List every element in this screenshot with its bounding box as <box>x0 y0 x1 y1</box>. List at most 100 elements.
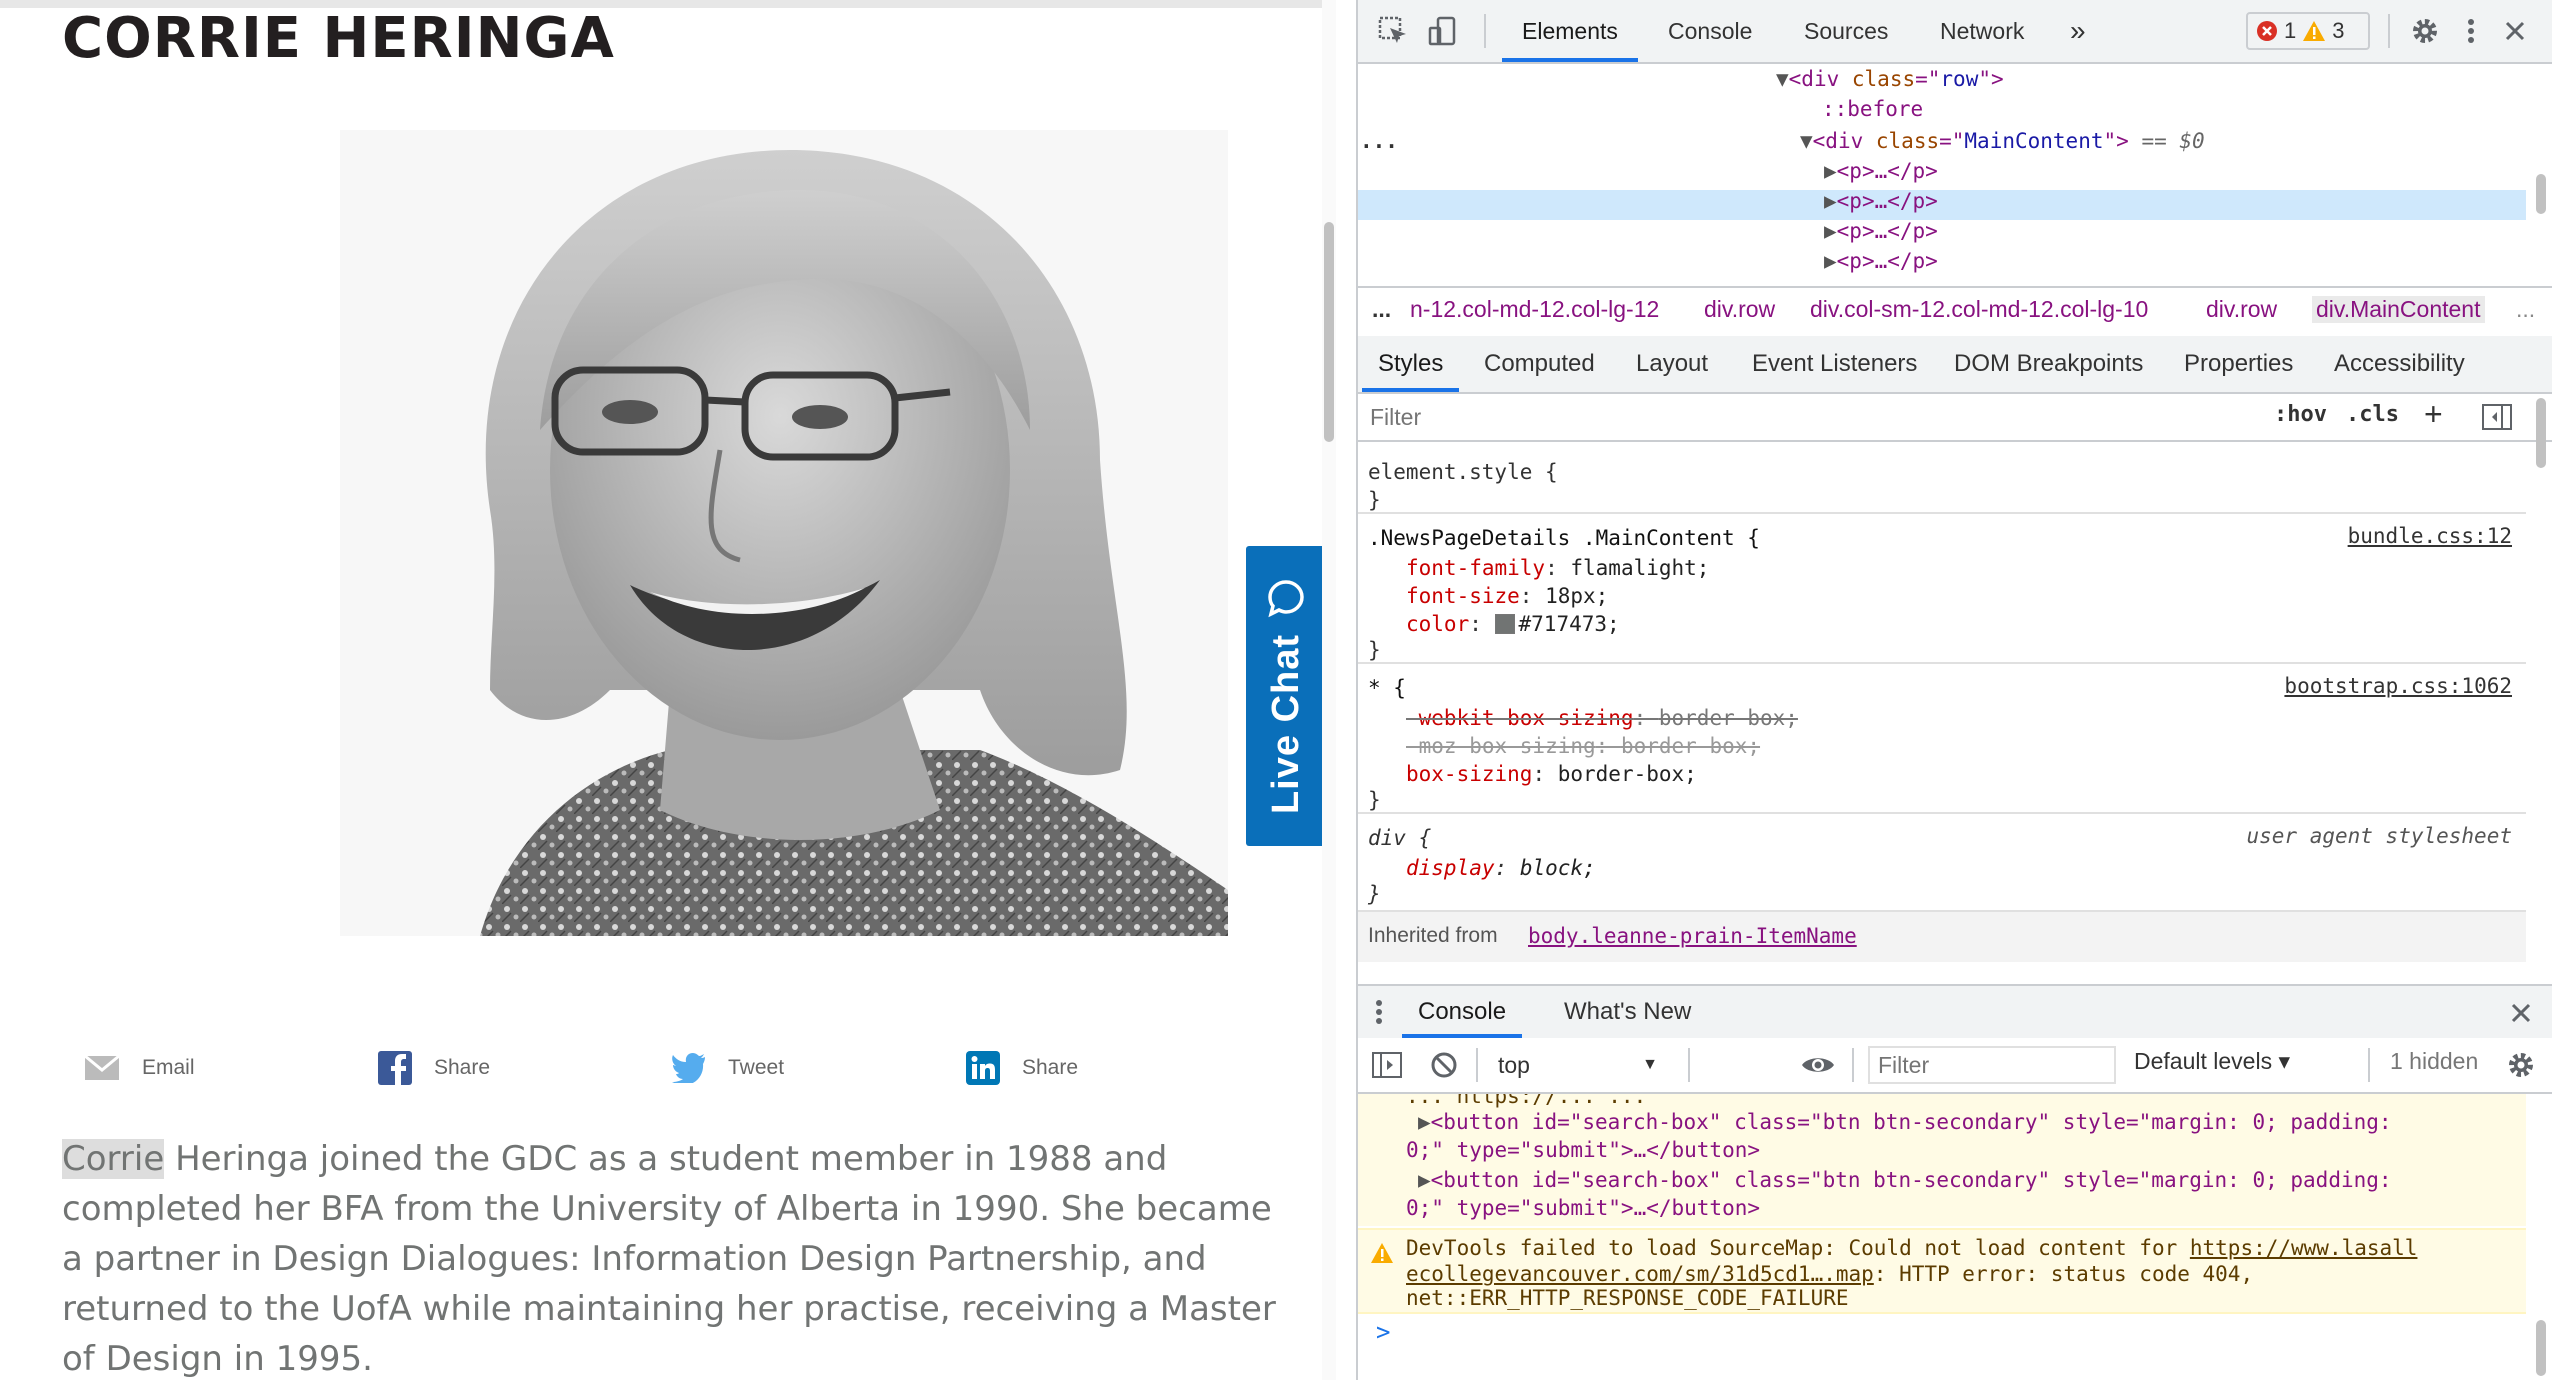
dom-node-p[interactable]: ▶<p>…</p> <box>1824 186 1938 216</box>
dom-node-p[interactable]: ▶<p>…</p> <box>1824 216 1938 246</box>
new-style-rule-button[interactable]: + <box>2424 396 2443 433</box>
selected-node-highlight <box>1358 190 2526 220</box>
breadcrumb-item[interactable]: div.row <box>1704 296 1775 323</box>
inherited-header: Inherited from body.leanne-prain-ItemNam… <box>1358 912 2526 962</box>
twitter-share-link[interactable]: Tweet <box>672 1040 784 1096</box>
clear-console-icon[interactable] <box>1430 1051 1458 1079</box>
rule-selector[interactable]: element.style { <box>1368 458 1558 486</box>
dom-tree-scrollbar[interactable] <box>2528 64 2552 284</box>
close-drawer-icon[interactable] <box>2510 1002 2532 1024</box>
settings-button[interactable] <box>2408 14 2442 48</box>
breadcrumb: ... n-12.col-md-12.col-lg-12 div.row div… <box>1358 286 2552 338</box>
twitter-share-label: Tweet <box>728 1056 785 1079</box>
tab-layout[interactable]: Layout <box>1636 336 1708 392</box>
node-actions-ellipsis[interactable]: ... <box>1360 126 1398 156</box>
dom-node-p[interactable]: ▶<p>…</p> <box>1824 156 1938 186</box>
close-devtools-button[interactable] <box>2498 14 2532 48</box>
more-tabs-button[interactable]: » <box>2070 0 2086 62</box>
tab-console[interactable]: Console <box>1668 0 1752 62</box>
console-element-node[interactable]: ▶<button id="search-box" class="btn btn-… <box>1418 1108 2392 1136</box>
console-prompt[interactable]: > <box>1376 1318 1390 1346</box>
log-levels-dropdown[interactable]: Default levels ▾ <box>2134 1048 2290 1075</box>
breadcrumb-overflow-right[interactable]: ... <box>2516 296 2535 323</box>
rule-selector[interactable]: .NewsPageDetails .MainContent { <box>1368 524 1760 552</box>
class-toggle[interactable]: .cls <box>2346 402 2399 427</box>
tab-properties[interactable]: Properties <box>2184 336 2293 392</box>
customize-menu-button[interactable] <box>2454 14 2488 48</box>
facebook-share-link[interactable]: Share <box>378 1040 490 1096</box>
css-declaration[interactable]: box-sizing: border-box; <box>1406 760 1697 788</box>
drawer-tab-whats-new[interactable]: What's New <box>1564 986 1691 1038</box>
tab-sources[interactable]: Sources <box>1804 0 1888 62</box>
bio-highlighted-word: Corrie <box>62 1139 165 1179</box>
styles-filter-bar: :hov .cls + <box>1358 394 2552 442</box>
execution-context-select[interactable]: top ▼ <box>1498 1048 1658 1082</box>
console-scrollbar-thumb[interactable] <box>2536 1320 2546 1376</box>
tab-accessibility[interactable]: Accessibility <box>2334 336 2465 392</box>
toolbar-divider <box>2368 1048 2370 1082</box>
breadcrumb-item-selected[interactable]: div.MainContent <box>2312 296 2485 323</box>
tab-computed[interactable]: Computed <box>1484 336 1595 392</box>
drawer-tab-console[interactable]: Console <box>1402 986 1523 1038</box>
show-sidebar-icon[interactable] <box>1372 1052 1402 1078</box>
page-scrollbar-thumb[interactable] <box>1324 222 1334 442</box>
sourcemap-url-link-cont[interactable]: ecollegevancouver.com/sm/31d5cd1….map <box>1406 1262 1874 1286</box>
linkedin-share-label: Share <box>1022 1056 1079 1079</box>
dom-node-maincontent[interactable]: ▼<div class="MainContent"> == $0 <box>1800 126 2205 156</box>
dom-node-p[interactable]: ▶<p>…</p> <box>1824 246 1938 276</box>
toolbar-divider <box>1484 14 1486 48</box>
styles-scrollbar[interactable] <box>2528 392 2552 962</box>
bio-paragraph: Corrie Heringa joined the GDC as a stude… <box>62 1134 1282 1380</box>
toolbar-divider <box>1688 1048 1690 1082</box>
css-declaration[interactable]: color: #717473; <box>1406 610 1620 638</box>
page-scrollbar[interactable] <box>1322 0 1336 1380</box>
toolbar-divider <box>1852 1048 1854 1082</box>
dom-node-row[interactable]: ▼<div class="row"> <box>1776 64 2004 94</box>
inspect-cursor-icon <box>1378 16 1406 43</box>
console-settings-gear-icon[interactable] <box>2506 1050 2536 1080</box>
drawer-tab-bar: Console What's New <box>1358 984 2552 1040</box>
linkedin-share-link[interactable]: Share <box>966 1040 1078 1096</box>
breadcrumb-overflow-left[interactable]: ... <box>1372 296 1391 323</box>
rule-selector[interactable]: div { <box>1368 824 1431 852</box>
styles-scrollbar-thumb[interactable] <box>2536 398 2546 468</box>
breadcrumb-item[interactable]: div.col-sm-12.col-md-12.col-lg-10 <box>1810 296 2148 323</box>
console-filter-input[interactable] <box>1868 1046 2116 1084</box>
breadcrumb-item[interactable]: div.row <box>2206 296 2277 323</box>
color-swatch[interactable] <box>1494 614 1515 634</box>
inspect-element-button[interactable] <box>1376 14 1410 48</box>
toggle-sidebar-icon[interactable] <box>2482 404 2512 430</box>
device-toggle-icon <box>1428 16 1456 46</box>
console-scrollbar[interactable] <box>2528 1094 2552 1380</box>
css-declaration[interactable]: font-size: 18px; <box>1406 582 1608 610</box>
drawer-menu-icon[interactable] <box>1374 998 1384 1026</box>
rule-source-link[interactable]: bundle.css:12 <box>2348 524 2512 548</box>
email-share-link[interactable]: Email <box>84 1040 195 1096</box>
context-value: top <box>1498 1051 1530 1078</box>
tab-network[interactable]: Network <box>1940 0 2024 62</box>
hover-state-toggle[interactable]: :hov <box>2274 402 2327 427</box>
css-declaration[interactable]: font-family: flamalight; <box>1406 554 1709 582</box>
breadcrumb-item[interactable]: n-12.col-md-12.col-lg-12 <box>1410 296 1659 323</box>
facebook-share-label: Share <box>434 1056 491 1079</box>
styles-filter-input[interactable] <box>1368 398 2252 436</box>
issues-counter-button[interactable]: 1 3 <box>2246 12 2370 50</box>
live-chat-button[interactable]: Live Chat <box>1246 546 1326 846</box>
dom-tree-scrollbar-thumb[interactable] <box>2536 174 2546 214</box>
tab-elements[interactable]: Elements <box>1502 0 1638 62</box>
tab-dom-breakpoints[interactable]: DOM Breakpoints <box>1954 336 2143 392</box>
dom-pseudo-before[interactable]: ::before <box>1822 94 1923 124</box>
live-expression-eye-icon[interactable] <box>1800 1054 1836 1076</box>
error-count: 1 <box>2284 18 2297 43</box>
tab-event-listeners[interactable]: Event Listeners <box>1752 336 1917 392</box>
rule-selector[interactable]: * { <box>1368 674 1406 702</box>
css-declaration-overridden[interactable]: -webkit-box-sizing: border-box; <box>1406 704 1798 732</box>
css-declaration-overridden[interactable]: -moz-box-sizing: border-box; <box>1406 732 1760 760</box>
console-element-node[interactable]: ▶<button id="search-box" class="btn btn-… <box>1418 1166 2392 1194</box>
email-share-label: Email <box>142 1056 195 1079</box>
device-toolbar-button[interactable] <box>1426 14 1460 48</box>
inherited-element-link[interactable]: body.leanne-prain-ItemName <box>1528 922 1857 950</box>
rule-source-link[interactable]: bootstrap.css:1062 <box>2284 674 2512 698</box>
sourcemap-url-link[interactable]: https://www.lasall <box>2190 1236 2418 1260</box>
tab-styles[interactable]: Styles <box>1362 336 1460 392</box>
